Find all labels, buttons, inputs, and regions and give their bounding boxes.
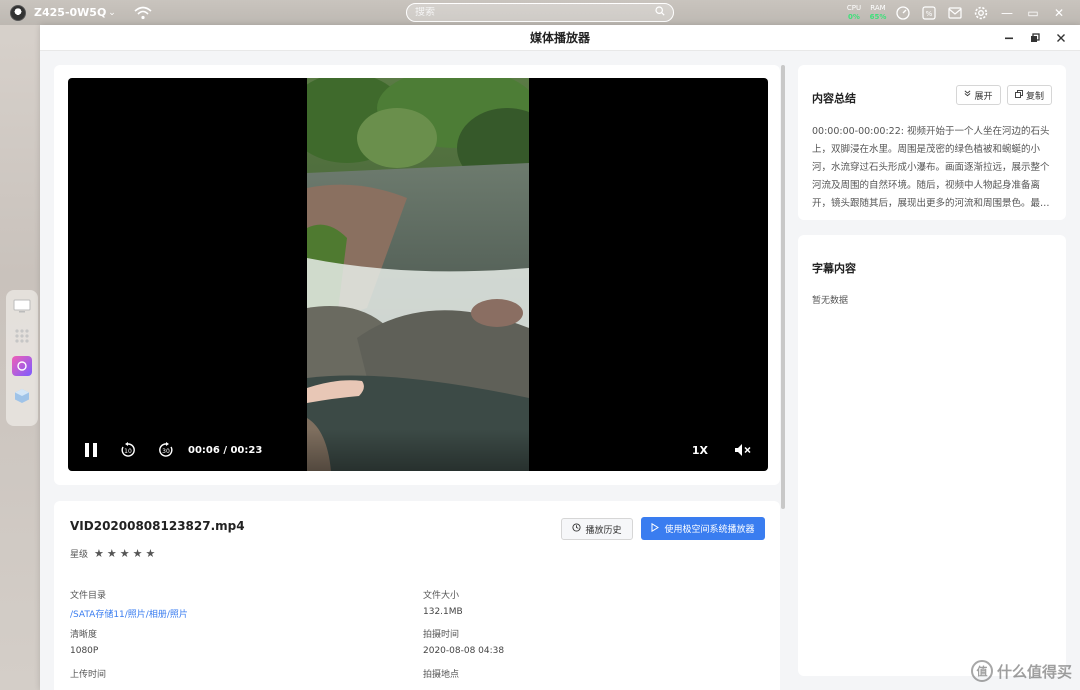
close-system-icon[interactable]: ✕: [1046, 0, 1072, 25]
content-summary-card: 内容总结 展开 复制 00:00:00-00:00:22: 视频开始于一个人坐在…: [798, 65, 1066, 220]
player-card: 10 30 00:06 / 00:23 1X: [54, 65, 780, 485]
subtitle-empty-text: 暂无数据: [812, 296, 849, 306]
resolution-label: 清晰度: [70, 630, 98, 640]
gear-icon[interactable]: [968, 0, 994, 25]
time-current: 00:06: [188, 444, 220, 456]
wifi-icon[interactable]: [134, 6, 152, 20]
percent-box-icon[interactable]: %: [916, 0, 942, 25]
cube-app-icon[interactable]: [12, 386, 32, 406]
video-frame[interactable]: [307, 78, 529, 471]
svg-text:%: %: [926, 10, 933, 18]
size-field: 文件大小 132.1MB: [423, 588, 463, 617]
file-info-card: VID20200808123827.mp4 播放历史 使用极空间系统播放器 星级…: [54, 501, 780, 690]
forward-30-icon[interactable]: 30: [158, 442, 174, 458]
cpu-value: 0%: [848, 12, 860, 21]
app-grid-icon[interactable]: [12, 326, 32, 346]
mail-icon[interactable]: [942, 0, 968, 25]
left-pane-scrollbar[interactable]: [781, 65, 785, 509]
ram-meter[interactable]: RAM 65%: [866, 4, 890, 22]
search-icon[interactable]: [655, 6, 665, 19]
cpu-meter[interactable]: CPU 0%: [842, 4, 866, 22]
expand-button[interactable]: 展开: [956, 85, 1001, 105]
close-button[interactable]: [1048, 25, 1074, 51]
shot-time-value: 2020-08-08 04:38: [423, 646, 505, 656]
play-icon: [651, 522, 660, 535]
location-field: 拍摄地点: [423, 667, 459, 680]
app-dock: [6, 290, 38, 426]
restore-button[interactable]: [1022, 25, 1048, 51]
time-display: 00:06 / 00:23: [188, 445, 262, 456]
dir-field: 文件目录 /SATA存储11/照片/相册/照片: [70, 588, 188, 620]
watermark-text: 什么值得买: [996, 662, 1072, 681]
rewind-10-icon[interactable]: 10: [120, 442, 136, 458]
media-player-window: 媒体播放器 10 30 00:06 / 00:23 1X VID20200808…: [40, 25, 1080, 690]
summary-text: 00:00:00-00:00:22: 视频开始于一个人坐在河边的石头上，双脚浸在…: [812, 126, 1050, 209]
size-value: 132.1MB: [423, 607, 463, 617]
copy-icon: [1015, 89, 1023, 101]
dir-link[interactable]: /SATA存储11/照片/相册/照片: [70, 607, 188, 620]
chevron-down-icon[interactable]: ⌄: [108, 8, 116, 18]
ram-value: 65%: [869, 12, 887, 21]
desktop-icon[interactable]: [12, 296, 32, 316]
minimize-button[interactable]: [996, 25, 1022, 51]
time-total: 00:23: [230, 444, 263, 456]
copy-label: 复制: [1025, 91, 1044, 102]
mute-icon[interactable]: [734, 443, 752, 457]
upload-time-field: 上传时间: [70, 667, 106, 680]
video-player[interactable]: 10 30 00:06 / 00:23 1X: [68, 78, 768, 471]
shot-time-field: 拍摄时间 2020-08-08 04:38: [423, 627, 504, 656]
rating: 星级 ★★★★★: [70, 547, 158, 560]
upload-time-label: 上传时间: [70, 670, 107, 680]
search-input[interactable]: [415, 7, 655, 18]
device-logo-icon[interactable]: [10, 4, 26, 21]
rating-label: 星级: [70, 550, 89, 560]
open-with-system-player-button[interactable]: 使用极空间系统播放器: [641, 517, 765, 540]
player-controls: 10 30 00:06 / 00:23 1X: [68, 429, 768, 471]
media-player-app-icon[interactable]: [12, 356, 32, 376]
cpu-label: CPU: [846, 3, 862, 12]
device-name[interactable]: Z425-0W5Q: [34, 6, 106, 19]
file-name: VID20200808123827.mp4: [70, 519, 245, 533]
summary-title: 内容总结: [812, 92, 856, 105]
playback-speed-button[interactable]: 1X: [692, 444, 708, 457]
maximize-system-icon[interactable]: ▭: [1020, 0, 1046, 25]
title-bar[interactable]: 媒体播放器: [40, 25, 1080, 51]
pause-icon[interactable]: [84, 442, 98, 458]
resolution-field: 清晰度 1080P: [70, 627, 98, 656]
shot-time-label: 拍摄时间: [423, 630, 460, 640]
subtitle-card: 字幕内容 暂无数据: [798, 235, 1066, 676]
system-bar: Z425-0W5Q ⌄ CPU 0% RAM 65% %: [0, 0, 1080, 25]
time-separator: /: [219, 444, 231, 456]
dir-label: 文件目录: [70, 591, 107, 601]
svg-text:30: 30: [162, 448, 170, 455]
resolution-value: 1080P: [70, 646, 99, 656]
clock-icon: [572, 523, 582, 535]
size-label: 文件大小: [423, 591, 460, 601]
play-history-button[interactable]: 播放历史: [561, 518, 633, 540]
double-chevron-down-icon: [964, 90, 971, 100]
subtitle-title: 字幕内容: [812, 262, 856, 275]
window-title: 媒体播放器: [529, 31, 590, 45]
minimize-system-icon[interactable]: —: [994, 0, 1020, 25]
search-box[interactable]: [406, 3, 674, 22]
svg-text:10: 10: [124, 448, 132, 455]
expand-label: 展开: [974, 91, 993, 102]
speedometer-icon[interactable]: [890, 0, 916, 25]
watermark: 值 什么值得买: [970, 660, 1072, 682]
watermark-badge: 值: [970, 660, 993, 682]
copy-button[interactable]: 复制: [1007, 85, 1052, 105]
rating-stars[interactable]: ★★★★★: [94, 547, 158, 560]
location-label: 拍摄地点: [423, 670, 460, 680]
open-with-system-player-label: 使用极空间系统播放器: [664, 525, 755, 535]
play-history-label: 播放历史: [585, 525, 622, 536]
ram-label: RAM: [870, 3, 886, 12]
